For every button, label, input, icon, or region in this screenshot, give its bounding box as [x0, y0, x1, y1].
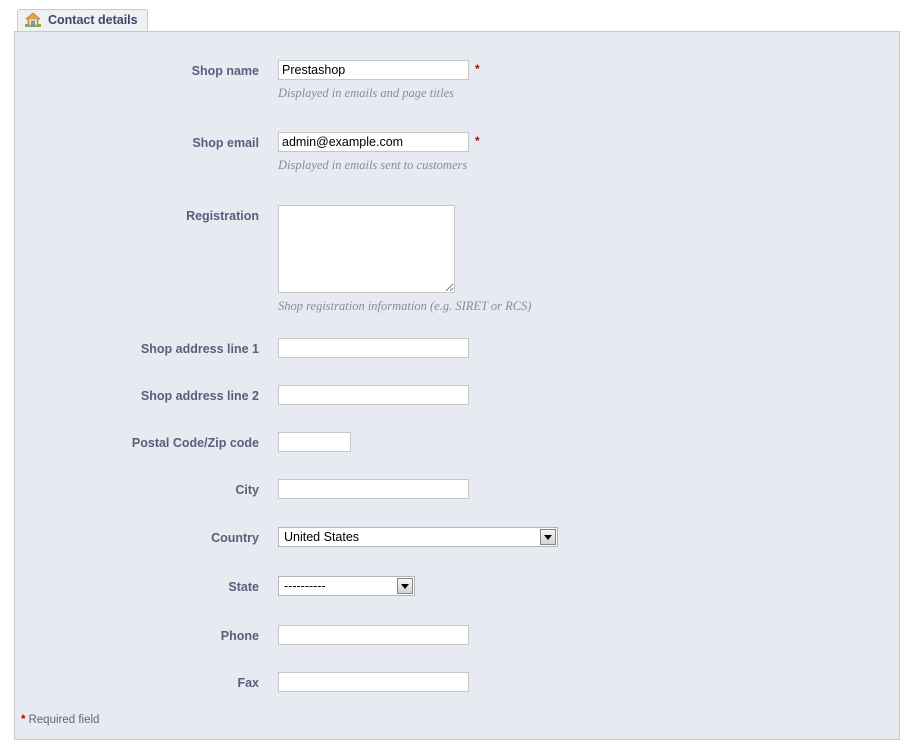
country-field-group: United States: [278, 527, 558, 547]
country-label: Country: [15, 527, 259, 545]
shop-email-label: Shop email: [15, 132, 259, 150]
registration-label: Registration: [15, 205, 259, 223]
registration-field-group: Shop registration information (e.g. SIRE…: [278, 205, 531, 313]
form-row-shop-name: Shop name * Displayed in emails and page…: [15, 60, 899, 100]
home-icon: [25, 12, 41, 28]
city-field-group: [278, 479, 469, 499]
shop-name-hint: Displayed in emails and page titles: [278, 86, 454, 100]
form-row-address-line-1: Shop address line 1: [15, 338, 899, 358]
contact-details-panel: Shop name * Displayed in emails and page…: [14, 31, 900, 740]
postal-code-label: Postal Code/Zip code: [15, 432, 259, 450]
required-field-note: *Required field: [21, 713, 99, 727]
shop-email-field-group: * Displayed in emails sent to customers: [278, 132, 480, 172]
chevron-down-icon[interactable]: [397, 578, 413, 594]
shop-email-required-marker: *: [475, 132, 480, 150]
form-row-city: City: [15, 479, 899, 499]
form-row-postal-code: Postal Code/Zip code: [15, 432, 899, 452]
shop-name-input[interactable]: [278, 60, 469, 80]
address-line-1-input[interactable]: [278, 338, 469, 358]
tab-label: Contact details: [48, 14, 138, 27]
city-label: City: [15, 479, 259, 497]
shop-name-field-group: * Displayed in emails and page titles: [278, 60, 480, 100]
contact-details-form: Shop name * Displayed in emails and page…: [15, 32, 899, 739]
shop-name-label: Shop name: [15, 60, 259, 78]
fax-input[interactable]: [278, 672, 469, 692]
shop-email-hint: Displayed in emails sent to customers: [278, 158, 467, 172]
shop-name-required-marker: *: [475, 60, 480, 78]
postal-code-field-group: [278, 432, 351, 452]
form-row-registration: Registration Shop registration informati…: [15, 205, 899, 313]
phone-field-group: [278, 625, 469, 645]
state-select[interactable]: ----------: [278, 576, 415, 596]
state-select-value: ----------: [279, 577, 396, 595]
address-line-2-label: Shop address line 2: [15, 385, 259, 403]
registration-hint: Shop registration information (e.g. SIRE…: [278, 299, 531, 313]
phone-input[interactable]: [278, 625, 469, 645]
state-label: State: [15, 576, 259, 594]
form-row-fax: Fax: [15, 672, 899, 692]
form-row-shop-email: Shop email * Displayed in emails sent to…: [15, 132, 899, 172]
form-row-country: Country United States: [15, 527, 899, 547]
state-field-group: ----------: [278, 576, 415, 596]
registration-textarea[interactable]: [278, 205, 455, 293]
form-row-state: State ----------: [15, 576, 899, 596]
city-input[interactable]: [278, 479, 469, 499]
required-field-marker: *: [21, 714, 25, 726]
address-line-2-input[interactable]: [278, 385, 469, 405]
tab-contact-details[interactable]: Contact details: [17, 9, 148, 31]
address-line-2-field-group: [278, 385, 469, 405]
chevron-down-icon[interactable]: [540, 529, 556, 545]
fax-label: Fax: [15, 672, 259, 690]
address-line-1-field-group: [278, 338, 469, 358]
required-field-text: Required field: [28, 714, 99, 726]
form-row-address-line-2: Shop address line 2: [15, 385, 899, 405]
tab-strip: Contact details: [17, 9, 148, 33]
form-row-phone: Phone: [15, 625, 899, 645]
country-select-value: United States: [279, 528, 539, 546]
country-select[interactable]: United States: [278, 527, 558, 547]
shop-email-input[interactable]: [278, 132, 469, 152]
phone-label: Phone: [15, 625, 259, 643]
address-line-1-label: Shop address line 1: [15, 338, 259, 356]
fax-field-group: [278, 672, 469, 692]
postal-code-input[interactable]: [278, 432, 351, 452]
